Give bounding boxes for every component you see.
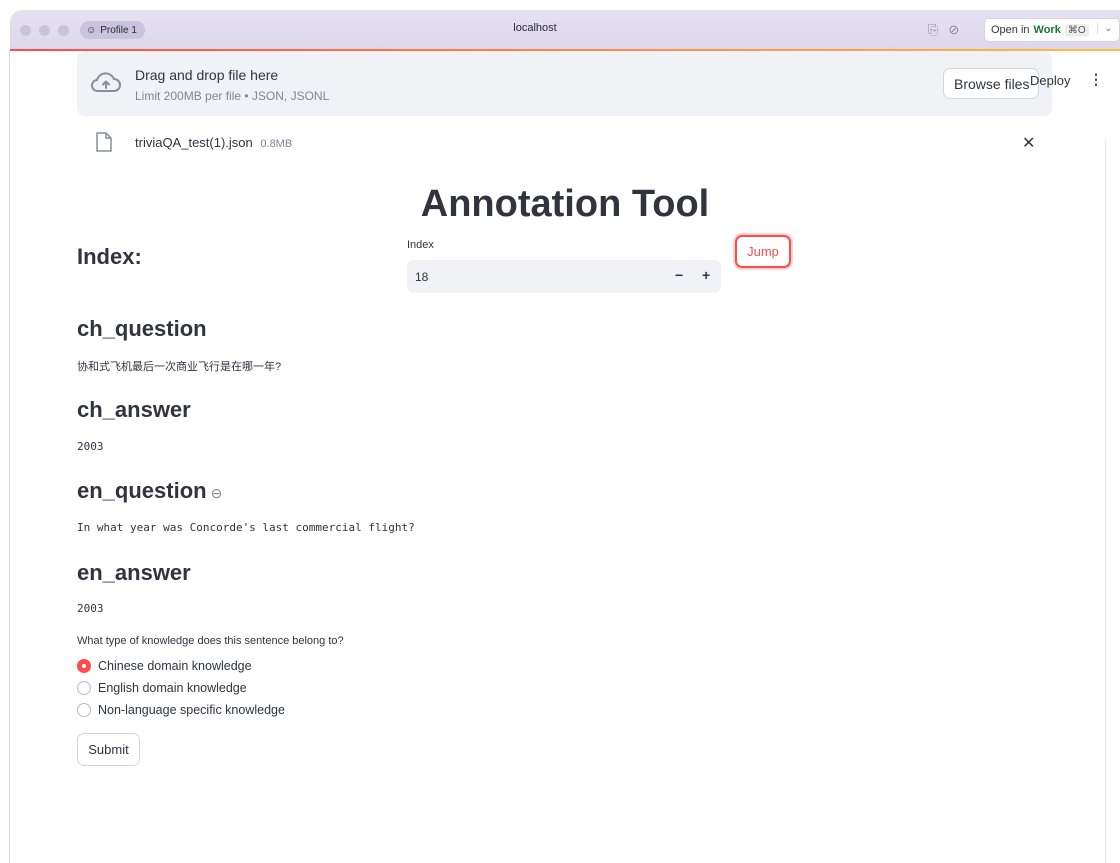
knowledge-type-label: What type of knowledge does this sentenc…: [77, 635, 344, 647]
window-edge: [9, 50, 10, 863]
chevron-down-icon[interactable]: ⌄: [1097, 23, 1113, 34]
maximize-window-icon[interactable]: [58, 25, 69, 36]
profile-chip[interactable]: ☺ Profile 1: [80, 21, 145, 39]
jump-button[interactable]: Jump: [735, 235, 791, 268]
index-input[interactable]: [407, 260, 647, 293]
en-question-text: In what year was Concorde's last commerc…: [77, 521, 415, 534]
en-answer-text: 2003: [77, 602, 104, 615]
radio-non-language[interactable]: Non-language specific knowledge: [77, 703, 285, 717]
radio-label: Non-language specific knowledge: [98, 703, 285, 717]
anchor-link-icon[interactable]: ⊖: [211, 485, 223, 501]
address-bar[interactable]: localhost: [450, 22, 620, 34]
more-menu-icon[interactable]: ⋮: [1089, 71, 1103, 88]
remove-file-icon[interactable]: ✕: [1022, 133, 1035, 153]
file-icon: [96, 132, 112, 152]
dropzone-title: Drag and drop file here: [135, 67, 279, 83]
submit-button[interactable]: Submit: [77, 733, 140, 766]
profile-label: Profile 1: [100, 24, 137, 36]
radio-unchecked-icon[interactable]: [77, 703, 91, 717]
ch-answer-heading: ch_answer: [77, 397, 191, 422]
ch-question-heading: ch_question: [77, 316, 207, 341]
browser-toolbar: ☺ Profile 1 localhost ⎘ ⊘ Open in Work ⌘…: [10, 10, 1120, 51]
extension-icon[interactable]: ⎘: [928, 22, 938, 38]
en-question-heading-row: en_question ⊖: [77, 478, 222, 504]
index-number-input: − +: [407, 260, 721, 293]
page-title: Annotation Tool: [420, 183, 710, 225]
en-question-heading: en_question: [77, 478, 207, 503]
index-heading: Index:: [77, 244, 142, 269]
radio-chinese-domain[interactable]: Chinese domain knowledge: [77, 659, 252, 673]
radio-label: English domain knowledge: [98, 681, 247, 695]
open-in-shortcut: ⌘O: [1064, 23, 1089, 37]
browse-files-button[interactable]: Browse files: [943, 68, 1039, 99]
ch-answer-text: 2003: [77, 440, 104, 453]
toolbar-icons: ⎘ ⊘: [928, 22, 959, 38]
radio-unchecked-icon[interactable]: [77, 681, 91, 695]
file-name: triviaQA_test(1).json: [135, 135, 253, 150]
dropzone-limit: Limit 200MB per file • JSON, JSONL: [135, 89, 330, 103]
decrement-button[interactable]: −: [675, 267, 683, 283]
en-answer-heading: en_answer: [77, 560, 191, 585]
radio-english-domain[interactable]: English domain knowledge: [77, 681, 247, 695]
radio-label: Chinese domain knowledge: [98, 659, 252, 673]
open-in-prefix: Open in: [991, 24, 1030, 36]
index-input-label: Index: [407, 239, 434, 251]
window-controls[interactable]: [20, 25, 69, 36]
increment-button[interactable]: +: [702, 267, 710, 283]
cloud-upload-icon: [91, 72, 121, 92]
open-in-target: Work: [1033, 24, 1061, 36]
open-in-work-button[interactable]: Open in Work ⌘O ⌄: [984, 18, 1120, 42]
scroll-edge: [1105, 140, 1106, 863]
profile-smile-icon: ☺: [86, 24, 97, 36]
ch-question-text: 协和式飞机最后一次商业飞行是在哪一年?: [77, 361, 282, 373]
file-dropzone[interactable]: Drag and drop file here Limit 200MB per …: [77, 51, 1052, 116]
link-icon[interactable]: ⊘: [948, 22, 959, 38]
radio-checked-icon[interactable]: [77, 659, 91, 673]
deploy-button[interactable]: Deploy: [1030, 73, 1070, 88]
file-size: 0.8MB: [260, 138, 293, 150]
minimize-window-icon[interactable]: [39, 25, 50, 36]
close-window-icon[interactable]: [20, 25, 31, 36]
uploaded-file: triviaQA_test(1).json 0.8MB: [135, 135, 292, 150]
